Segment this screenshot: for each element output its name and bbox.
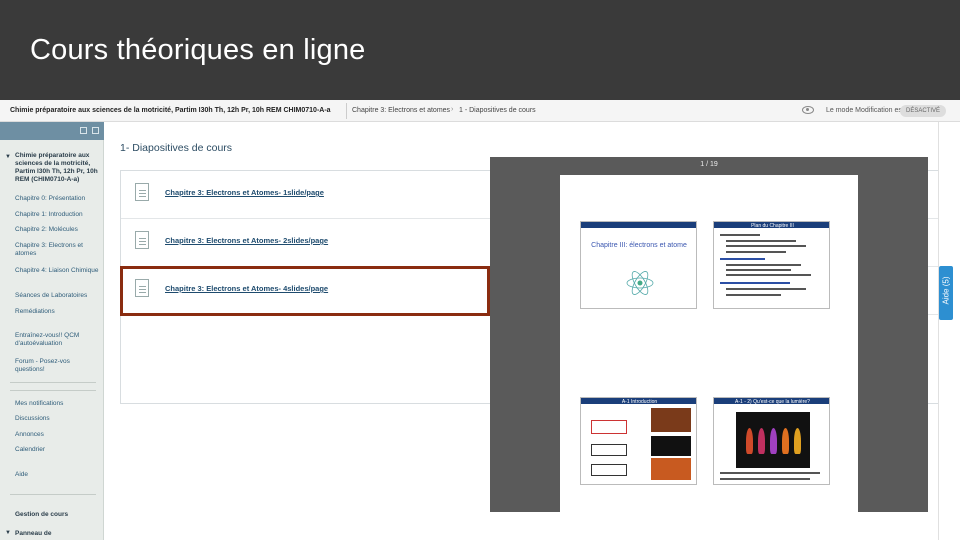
thumbnail-text-line: [726, 251, 786, 253]
thumbnail-text-line: [720, 234, 760, 236]
sidebar-item-discussions[interactable]: Discussions: [15, 415, 99, 423]
diagram-box: [591, 464, 627, 476]
flame-photo: [736, 412, 810, 468]
folder-view-icon[interactable]: [80, 127, 87, 134]
presentation-slide: Cours théoriques en ligne Chimie prépara…: [0, 0, 960, 540]
sidebar-item-laboratoires[interactable]: Séances de Laboratoires: [15, 292, 99, 300]
thumbnail-header-bar: [581, 222, 696, 228]
sidebar-item-chapitre-3[interactable]: Chapitre 3: Electrons et atomes: [15, 242, 99, 258]
sidebar-item-annonces[interactable]: Annonces: [15, 431, 99, 439]
photo-block: [651, 458, 691, 480]
diagram-box: [591, 420, 627, 434]
thumbnail-text-line: [726, 240, 796, 242]
right-scroll-strip: [938, 122, 960, 540]
sidebar-item-chapitre-1[interactable]: Chapitre 1: Introduction: [15, 211, 99, 219]
breadcrumb-current: 1 - Diapositives de cours: [459, 107, 536, 114]
course-title-link[interactable]: Chimie préparatoire aux sciences de la m…: [10, 107, 331, 114]
sidebar-item-chapitre-0[interactable]: Chapitre 0: Présentation: [15, 195, 99, 203]
sidebar-item-remediations[interactable]: Remédiations: [15, 308, 99, 316]
photo-block: [651, 408, 691, 432]
slide-title: Cours théoriques en ligne: [30, 34, 366, 66]
expand-triangle-icon[interactable]: ▼: [5, 530, 11, 536]
file-link[interactable]: Chapitre 3: Electrons et Atomes- 1slide/…: [165, 188, 324, 197]
flame-shape: [794, 428, 801, 454]
sidebar-section-panneau[interactable]: Panneau de: [15, 530, 99, 538]
flame-shape: [746, 428, 753, 454]
breadcrumb-separator: ›: [451, 106, 454, 113]
thumbnail-text-line: [726, 264, 801, 266]
sidebar-header: [0, 122, 104, 140]
photo-block: [651, 436, 691, 456]
thumbnail-text-line: [726, 269, 791, 271]
thumbnail-text-line: [726, 245, 806, 247]
thumbnail-text-line: [726, 274, 811, 276]
sidebar-divider: [10, 382, 96, 383]
slide-thumbnail-lumiere: A-1 - 2) Qu'est-ce que la lumière?: [713, 397, 830, 485]
sidebar-item-aide[interactable]: Aide: [15, 471, 99, 479]
help-tab-label: Aide (5): [941, 276, 951, 305]
header-divider: [346, 103, 347, 119]
edit-mode-label: Le mode Modification est :: [826, 107, 908, 114]
sidebar-item-calendrier[interactable]: Calendrier: [15, 446, 99, 454]
sidebar-divider: [10, 390, 96, 391]
course-menu-sidebar: ▼ Chimie préparatoire aux sciences de la…: [0, 122, 104, 540]
file-link[interactable]: Chapitre 3: Electrons et Atomes- 2slides…: [165, 236, 328, 245]
thumbnail-header: A-1 - 2) Qu'est-ce que la lumière?: [735, 399, 810, 405]
file-icon: [135, 183, 149, 201]
diagram-box: [591, 444, 627, 456]
sidebar-item-chapitre-4[interactable]: Chapitre 4: Liaison Chimique: [15, 267, 99, 275]
eye-icon[interactable]: [802, 106, 814, 114]
breadcrumb-chapter[interactable]: Chapitre 3: Electrons et atomes: [352, 107, 450, 114]
sidebar-section-gestion[interactable]: Gestion de cours: [15, 511, 99, 519]
page-title: 1- Diapositives de cours: [120, 142, 233, 154]
highlight-frame: [120, 266, 490, 316]
slide-thumbnail-plan: Plan du Chapitre III: [713, 221, 830, 309]
atom-icon: [626, 271, 654, 295]
pdf-preview-overlay: 1 / 19 Chapitre III: électrons et atome …: [490, 157, 928, 512]
sidebar-item-forum[interactable]: Forum - Posez-vos questions!: [15, 358, 99, 374]
slide-thumbnail-introduction: A-1 Introduction: [580, 397, 697, 485]
sidebar-divider: [10, 494, 96, 495]
flame-shape: [758, 428, 765, 454]
edit-mode-toggle[interactable]: DÉSACTIVÉ: [900, 105, 946, 117]
sidebar-course-title[interactable]: Chimie préparatoire aux sciences de la m…: [15, 152, 99, 184]
slide-thumbnail-title: Chapitre III: électrons et atome: [580, 221, 697, 309]
thumbnail-text-line: [726, 294, 781, 296]
thumbnail-text-line: [720, 258, 765, 260]
file-icon: [135, 231, 149, 249]
flame-shape: [770, 428, 777, 454]
thumbnail-header: A-1 Introduction: [621, 399, 658, 405]
sidebar-item-chapitre-2[interactable]: Chapitre 2: Molécules: [15, 226, 99, 234]
help-tab[interactable]: Aide (5): [939, 266, 953, 320]
thumbnail-text-line: [726, 288, 806, 290]
pdf-page: Chapitre III: électrons et atome Plan du…: [560, 175, 858, 512]
thumbnail-header: Plan du Chapitre III: [751, 223, 794, 229]
flame-shape: [782, 428, 789, 454]
sidebar-item-notifications[interactable]: Mes notifications: [15, 400, 99, 408]
thumbnail-text-line: [720, 282, 790, 284]
sidebar-item-qcm[interactable]: Entraînez-vous!! QCM d'autoévaluation: [15, 332, 99, 348]
thumbnail-text-line: [720, 478, 810, 480]
thumbnail-title: Chapitre III: électrons et atome: [591, 242, 687, 249]
refresh-icon[interactable]: [92, 127, 99, 134]
course-header-bar: Chimie préparatoire aux sciences de la m…: [0, 100, 960, 122]
collapse-triangle-icon[interactable]: ▼: [5, 154, 11, 160]
page-counter: 1 / 19: [700, 161, 718, 168]
thumbnail-text-line: [720, 472, 820, 474]
